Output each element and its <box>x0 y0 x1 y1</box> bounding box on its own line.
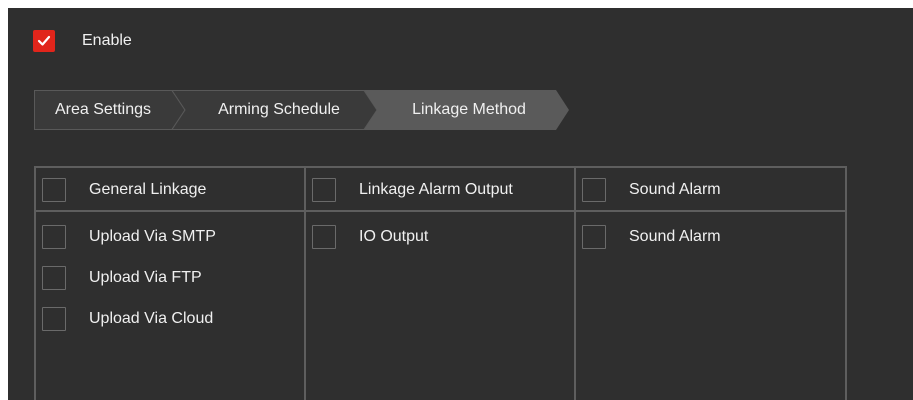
linkage-alarm-output-checkbox[interactable] <box>312 178 336 202</box>
option-label: Sound Alarm <box>629 228 721 245</box>
column-header: General Linkage <box>36 168 304 212</box>
column-header: Linkage Alarm Output <box>306 168 574 212</box>
tab-arming-schedule[interactable]: Arming Schedule <box>172 90 378 130</box>
tab-label: Arming Schedule <box>218 101 340 118</box>
upload-cloud-checkbox[interactable] <box>42 307 66 331</box>
sound-alarm-header-option[interactable]: Sound Alarm <box>582 178 721 202</box>
option-label: Sound Alarm <box>629 181 721 198</box>
enable-row[interactable]: Enable <box>33 29 132 53</box>
tab-label: Area Settings <box>54 101 152 118</box>
checkmark-icon <box>37 35 51 46</box>
option-label: Linkage Alarm Output <box>359 181 513 198</box>
upload-cloud-option[interactable]: Upload Via Cloud <box>42 307 213 331</box>
option-label: General Linkage <box>89 181 207 198</box>
upload-ftp-checkbox[interactable] <box>42 266 66 290</box>
column-sound-alarm: Sound Alarm Sound Alarm <box>574 166 847 400</box>
upload-smtp-option[interactable]: Upload Via SMTP <box>42 225 216 249</box>
column-linkage-alarm-output: Linkage Alarm Output IO Output <box>304 166 576 400</box>
sound-alarm-checkbox[interactable] <box>582 225 606 249</box>
upload-smtp-checkbox[interactable] <box>42 225 66 249</box>
io-output-option[interactable]: IO Output <box>312 225 428 249</box>
option-label: Upload Via Cloud <box>89 310 214 327</box>
option-label: Upload Via FTP <box>89 269 202 286</box>
enable-checkbox[interactable] <box>33 30 55 52</box>
general-linkage-checkbox[interactable] <box>42 178 66 202</box>
option-label: Upload Via SMTP <box>89 228 216 245</box>
general-linkage-option[interactable]: General Linkage <box>42 178 206 202</box>
column-general-linkage: General Linkage Upload Via SMTP Upload V… <box>34 166 306 400</box>
linkage-alarm-output-option[interactable]: Linkage Alarm Output <box>312 178 513 202</box>
tab-area-settings[interactable]: Area Settings <box>34 90 186 130</box>
tab-label: Linkage Method <box>412 101 526 118</box>
upload-ftp-option[interactable]: Upload Via FTP <box>42 266 202 290</box>
tab-linkage-method[interactable]: Linkage Method <box>364 90 570 130</box>
linkage-grid: General Linkage Upload Via SMTP Upload V… <box>34 166 847 400</box>
sound-alarm-header-checkbox[interactable] <box>582 178 606 202</box>
option-label: IO Output <box>359 228 429 245</box>
io-output-checkbox[interactable] <box>312 225 336 249</box>
column-header: Sound Alarm <box>576 168 845 212</box>
enable-label: Enable <box>82 32 132 49</box>
sound-alarm-option[interactable]: Sound Alarm <box>582 225 721 249</box>
